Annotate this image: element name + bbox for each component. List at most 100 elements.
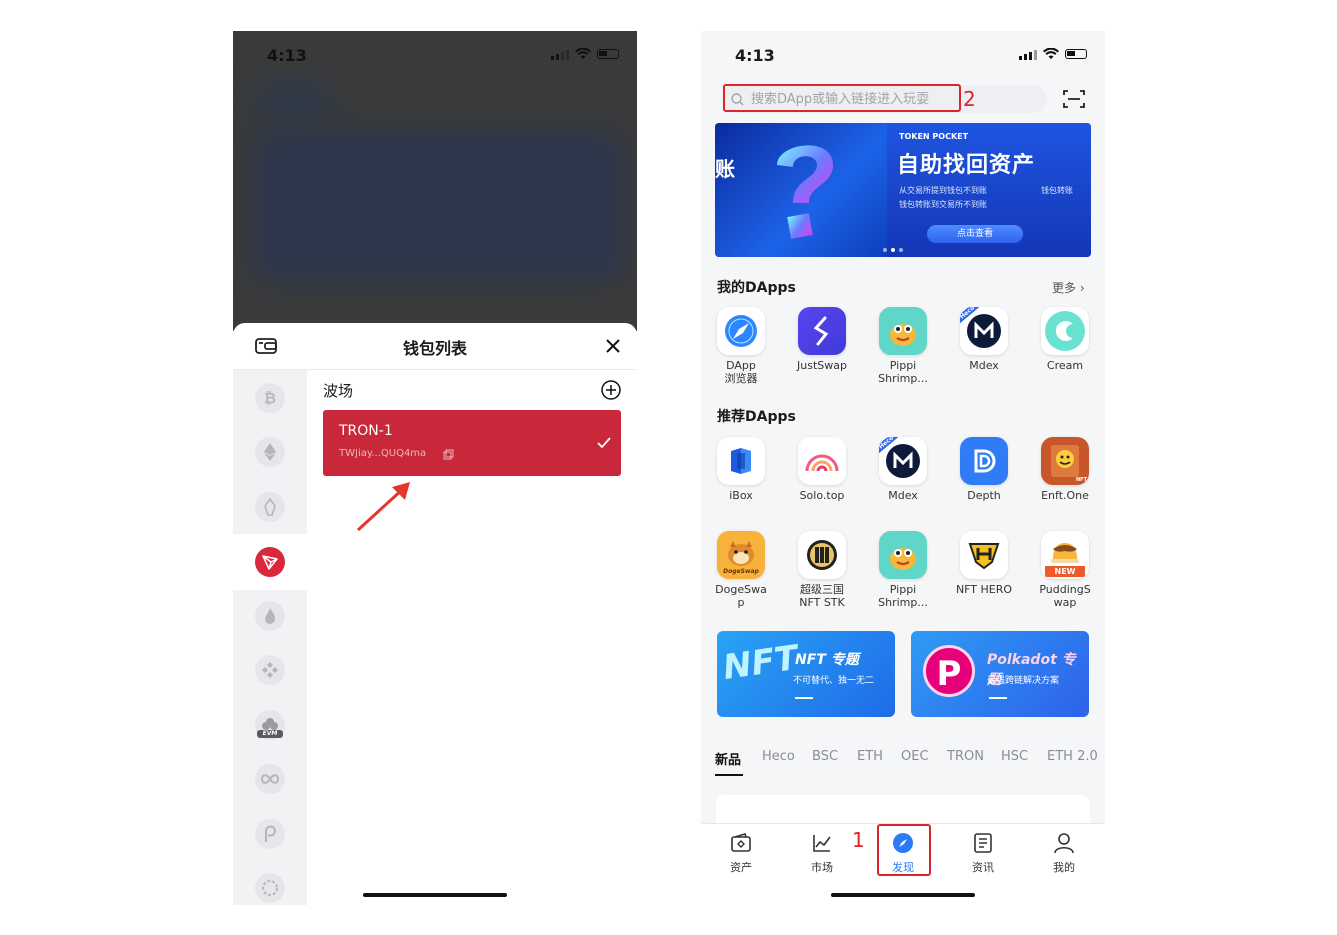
sheet-header: 钱包列表 [233, 323, 637, 370]
app-label: Solo.top [799, 489, 845, 502]
pippi-shrimp-icon [879, 307, 927, 355]
new-badge: NEW [1045, 566, 1085, 577]
huobi-eco-icon[interactable] [255, 601, 285, 631]
dogeswap-icon: DogeSwap [717, 531, 765, 579]
app-mdex[interactable]: Heco Mdex [949, 307, 1019, 372]
bitcoin-icon[interactable]: ₿ [255, 383, 285, 413]
tab-heco[interactable]: Heco [762, 749, 795, 764]
chain-group-title: 波场 [323, 382, 354, 400]
binance-icon[interactable] [255, 655, 285, 685]
ethereum-icon[interactable] [255, 437, 285, 467]
banner-bullet-3: 钱包转账 [1041, 186, 1073, 195]
nav-profile[interactable]: 我的 [1034, 832, 1094, 875]
tab-oec[interactable]: OEC [901, 749, 929, 764]
search-highlight-box [723, 84, 961, 112]
app-dogeswap[interactable]: DogeSwap DogeSwa p [706, 531, 776, 609]
app-label: Depth [967, 489, 1001, 502]
scan-icon[interactable] [1063, 89, 1085, 109]
app-label: Cream [1046, 359, 1084, 372]
solo-top-icon [798, 437, 846, 485]
tron-icon[interactable] [255, 547, 285, 577]
kusama-icon[interactable] [255, 873, 285, 903]
banner-left-art: 账 [715, 123, 887, 257]
battery-icon [597, 49, 619, 59]
app-ibox[interactable]: iBox [706, 437, 776, 502]
copy-icon[interactable] [443, 449, 454, 460]
nav-label: 资讯 [972, 861, 994, 874]
app-enft-one[interactable]: NFT Enft.One [1030, 437, 1100, 502]
my-dapps-title: 我的DApps [717, 280, 796, 296]
battery-icon [1065, 49, 1087, 59]
more-link[interactable]: 更多 › [1052, 279, 1085, 296]
app-cream[interactable]: Cream [1030, 307, 1100, 372]
nav-assets[interactable]: 资产 [711, 832, 771, 875]
status-time: 4:13 [267, 46, 307, 65]
puddingswap-icon: NEW [1041, 531, 1089, 579]
tab-eth2[interactable]: ETH 2.0 [1047, 749, 1098, 764]
app-justswap[interactable]: JustSwap [787, 307, 857, 372]
app-mdex-2[interactable]: Heco Mdex [868, 437, 938, 502]
chain-tabs: 新品 Heco BSC ETH OEC TRON HSC ETH 2.0 [715, 749, 1105, 779]
app-label: PuddingS [1039, 583, 1091, 596]
app-label: 超级三国 [800, 583, 844, 596]
banner-bullet-1: 从交易所提到钱包不到账 [899, 186, 987, 195]
more-label: 更多 [1052, 281, 1077, 295]
app-nft-hero[interactable]: NFT HERO [949, 531, 1019, 596]
news-icon [974, 833, 992, 853]
left-phone-screen: 4:13 钱包列表 ₿ EVM 波场 TRON-1 TWJiay...QUQ4m… [233, 31, 637, 905]
polkadot-icon[interactable] [255, 819, 285, 849]
app-label-2: p [737, 596, 745, 609]
cream-icon [1041, 307, 1089, 355]
wallet-icon [731, 833, 751, 852]
banner-cta-button[interactable]: 点击查看 [927, 225, 1023, 243]
status-icons [551, 48, 619, 60]
app-label-2: Shrimp... [878, 596, 928, 609]
wallet-name: TRON-1 [339, 423, 393, 439]
tab-eth[interactable]: ETH [857, 749, 883, 764]
nft-stk-icon [798, 531, 846, 579]
wallet-card-tron-1[interactable]: TRON-1 TWJiay...QUQ4ma [323, 410, 621, 476]
tab-hsc[interactable]: HSC [1001, 749, 1028, 764]
app-dapp-browser[interactable]: DApp 浏览器 [706, 307, 776, 385]
eos-icon[interactable] [255, 492, 285, 522]
status-time: 4:13 [735, 46, 775, 65]
iost-icon[interactable] [255, 764, 285, 794]
app-label-2: NFT STK [799, 596, 845, 609]
app-label: Pippi [889, 583, 917, 596]
promo-banner[interactable]: 账 TOKEN POCKET 自助找回资产 从交易所提到钱包不到账 钱包转账 钱… [715, 123, 1091, 257]
app-depth[interactable]: Depth [949, 437, 1019, 502]
app-super-three-kingdoms[interactable]: 超级三国 NFT STK [787, 531, 857, 609]
app-pippi-shrimp-2[interactable]: Pippi Shrimp... [868, 531, 938, 609]
tab-bsc[interactable]: BSC [812, 749, 838, 764]
nft-topic-subtitle: 不可替代、独一无二 [793, 676, 875, 686]
nav-market[interactable]: 市场 [792, 832, 852, 875]
polkadot-topic-card[interactable]: P Polkadot 专题 最强跨链解决方案 [911, 631, 1089, 717]
nft-art-text: NFT [720, 637, 801, 689]
app-label: Enft.One [1041, 489, 1089, 502]
app-label-2: 浏览器 [724, 372, 758, 385]
sheet-title: 钱包列表 [402, 339, 467, 358]
add-wallet-icon[interactable] [601, 380, 621, 400]
home-indicator [831, 893, 975, 897]
evm-icon[interactable]: EVM [255, 710, 285, 740]
wallet-address: TWJiay...QUQ4ma [339, 448, 427, 459]
evm-badge: EVM [257, 730, 283, 738]
banner-brand: TOKEN POCKET [899, 132, 969, 141]
question-mark-icon [777, 145, 833, 239]
nav-label: 我的 [1053, 861, 1075, 874]
recommended-dapps-title: 推荐DApps [717, 409, 796, 425]
close-icon[interactable] [606, 339, 620, 353]
polkadot-logo-icon: P [923, 645, 975, 697]
ibox-icon [717, 437, 765, 485]
blurred-background [233, 31, 637, 331]
nft-topic-card[interactable]: NFT NFT 专题 不可替代、独一无二 [717, 631, 895, 717]
wifi-icon [575, 48, 591, 59]
justswap-icon [798, 307, 846, 355]
tab-new[interactable]: 新品 [715, 749, 741, 768]
app-puddingswap[interactable]: NEW PuddingS wap [1030, 531, 1100, 609]
tab-tron[interactable]: TRON [947, 749, 984, 764]
app-pippi-shrimp[interactable]: Pippi Shrimp... [868, 307, 938, 385]
annotation-arrow [356, 482, 410, 532]
app-solo-top[interactable]: Solo.top [787, 437, 857, 502]
nav-news[interactable]: 资讯 [953, 832, 1013, 875]
